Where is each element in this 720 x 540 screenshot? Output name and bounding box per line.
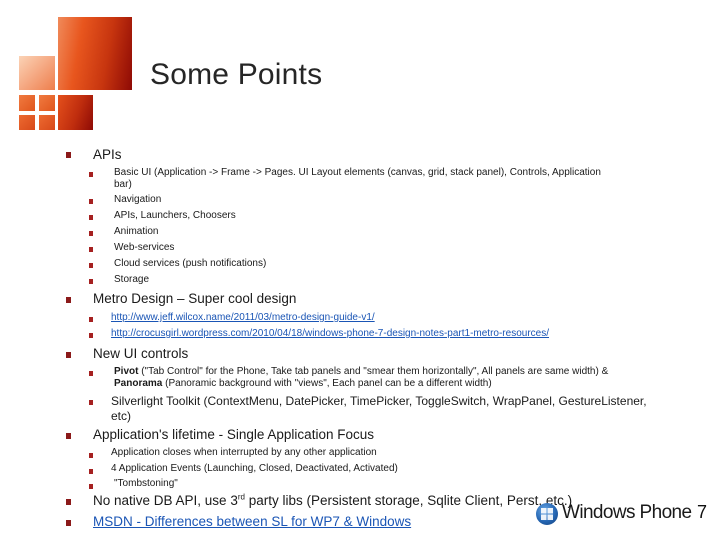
sub-bullet: 4 Application Events (Launching, Closed,… — [111, 463, 398, 474]
windows-flag-icon — [541, 508, 553, 520]
bullet-icon — [89, 247, 93, 252]
bullet-icon — [89, 469, 93, 474]
bullet-app-lifetime: Application's lifetime - Single Applicat… — [93, 427, 374, 442]
bullet-icon — [89, 484, 93, 489]
bullet-icon — [89, 172, 93, 177]
logo-square-small — [39, 95, 55, 111]
sub-bullet-panorama: Panorama (Panoramic background with "vie… — [114, 378, 492, 389]
sub-bullet-continued: bar) — [114, 179, 132, 190]
bullet-icon — [89, 231, 93, 236]
sub-bullet: Storage — [114, 274, 150, 285]
bullet-icon — [89, 263, 93, 268]
link-crocusgirl[interactable]: http://crocusgirl.wordpress.com/2010/04/… — [111, 328, 549, 339]
sub-bullet-pivot: Pivot ("Tab Control" for the Phone, Take… — [114, 366, 608, 377]
bullet-icon — [89, 317, 93, 322]
logo-square-small — [19, 95, 35, 111]
bullet-icon — [89, 333, 93, 338]
logo-square-large — [58, 17, 132, 90]
link-msdn-differences[interactable]: MSDN - Differences between SL for WP7 & … — [93, 514, 411, 529]
sub-bullet-toolkit-continued: etc) — [111, 409, 132, 423]
bullet-icon — [66, 433, 71, 439]
sub-bullet: APIs, Launchers, Choosers — [114, 210, 236, 221]
pivot-desc: ("Tab Control" for the Phone, Take tab p… — [138, 366, 609, 377]
bullet-icon — [89, 279, 93, 284]
bullet-icon — [66, 520, 71, 526]
pivot-label: Pivot — [114, 366, 139, 377]
bullet-new-ui-controls: New UI controls — [93, 346, 189, 361]
bullet-apis: APIs — [93, 147, 122, 162]
bullet-icon — [66, 499, 71, 505]
bullet-icon — [66, 152, 71, 158]
link-jeff-wilcox[interactable]: http://www.jeff.wilcox.name/2011/03/metr… — [111, 312, 375, 323]
bullet-metro-design: Metro Design – Super cool design — [93, 291, 297, 306]
db-sup: rd — [237, 492, 245, 502]
bullet-icon — [66, 352, 71, 358]
sub-bullet: "Tombstoning" — [114, 478, 178, 489]
bullet-icon — [89, 400, 93, 405]
bullet-no-native-db: No native DB API, use 3rd party libs (Pe… — [93, 493, 572, 508]
page-number: 7 — [697, 502, 708, 522]
logo-square-small — [19, 115, 35, 130]
sub-bullet: Animation — [114, 226, 159, 237]
sub-bullet: Basic UI (Application -> Frame -> Pages.… — [114, 167, 601, 178]
panorama-label: Panorama — [114, 378, 163, 389]
sub-bullet: Navigation — [114, 194, 162, 205]
windows-phone-brand: Windows Phone — [562, 502, 692, 523]
sub-bullet: Application closes when interrupted by a… — [111, 447, 377, 458]
sub-bullet-toolkit: Silverlight Toolkit (ContextMenu, DatePi… — [111, 394, 647, 408]
logo-square-bottom — [58, 95, 93, 130]
bullet-icon — [89, 371, 93, 376]
sub-bullet: Cloud services (push notifications) — [114, 258, 267, 269]
db-text: No native DB API, use 3 — [93, 493, 238, 508]
sub-bullet: Web-services — [114, 242, 175, 253]
logo-square-medium — [19, 56, 55, 90]
db-text-after: party libs (Persistent storage, Sqlite C… — [244, 493, 573, 508]
bullet-icon — [89, 453, 93, 458]
logo-square-small — [39, 115, 55, 130]
bullet-icon — [89, 215, 93, 220]
bullet-icon — [89, 199, 93, 204]
slide-title: Some Points — [150, 58, 323, 91]
panorama-desc: (Panoramic background with "views", Each… — [162, 378, 492, 389]
bullet-icon — [66, 297, 71, 303]
